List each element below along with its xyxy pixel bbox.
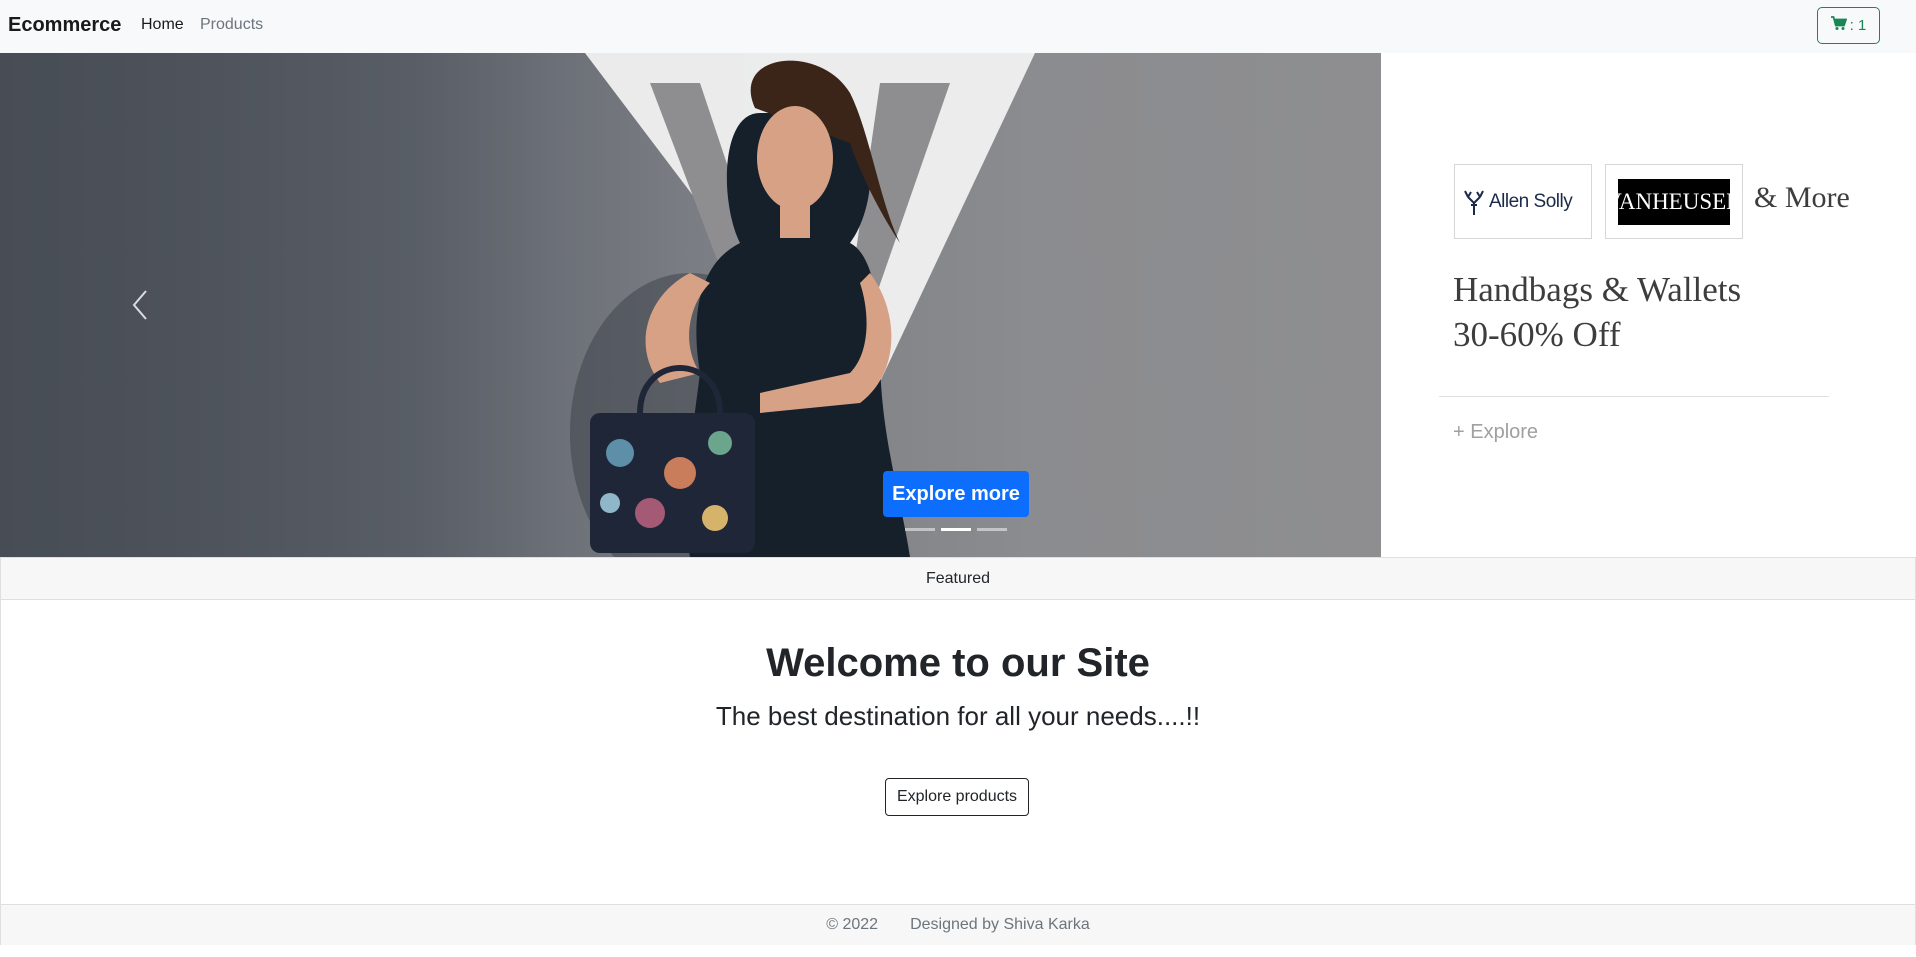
promo-explore-link[interactable]: + Explore xyxy=(1453,421,1538,444)
welcome-title: Welcome to our Site xyxy=(766,641,1150,685)
carousel-indicator-3[interactable] xyxy=(977,528,1007,531)
van-heusen-logo: VANHEUSEN xyxy=(1605,179,1743,225)
allen-solly-logo: Allen Solly xyxy=(1489,191,1573,212)
explore-more-button[interactable]: Explore more xyxy=(883,471,1029,517)
copyright-text: © 2022 xyxy=(826,916,879,933)
featured-card: Featured Welcome to our Site The best de… xyxy=(0,557,1916,945)
promo-headline: Handbags & Wallets xyxy=(1453,270,1742,309)
card-footer: © 2022 Designed by Shiva Karka xyxy=(1,904,1915,945)
stag-icon xyxy=(1464,190,1484,215)
allen-solly-logo-box: Allen Solly xyxy=(1454,164,1592,239)
carousel-indicator-2[interactable] xyxy=(941,528,971,531)
and-more-text: & More xyxy=(1754,181,1850,214)
chevron-left-icon xyxy=(132,290,147,320)
hero-image xyxy=(0,53,1035,557)
divider xyxy=(1439,396,1829,397)
welcome-subtitle: The best destination for all your needs.… xyxy=(715,701,1201,731)
designer-credit: Designed by Shiva Karka xyxy=(910,916,1090,933)
card-header: Featured xyxy=(1,558,1915,600)
carousel-prev-control[interactable] xyxy=(120,275,160,335)
nav-link-home[interactable]: Home xyxy=(141,16,184,34)
cart-button[interactable]: : 1 xyxy=(1817,7,1880,44)
nav-link-products[interactable]: Products xyxy=(200,16,263,34)
explore-products-button[interactable]: Explore products xyxy=(885,778,1029,816)
cart-icon xyxy=(1830,16,1847,35)
cart-count: : 1 xyxy=(1849,17,1867,34)
van-heusen-logo-box: VANHEUSEN xyxy=(1605,164,1743,239)
promo-discount: 30-60% Off xyxy=(1453,315,1621,354)
navbar: Ecommerce Home Products : 1 xyxy=(0,0,1916,53)
hero-carousel: Explore more xyxy=(0,53,1381,557)
brand-logo[interactable]: Ecommerce xyxy=(8,14,121,37)
carousel-indicator-1[interactable] xyxy=(905,528,935,531)
promo-banner: Allen Solly VANHEUSEN & More Handbags & … xyxy=(1381,53,1916,557)
